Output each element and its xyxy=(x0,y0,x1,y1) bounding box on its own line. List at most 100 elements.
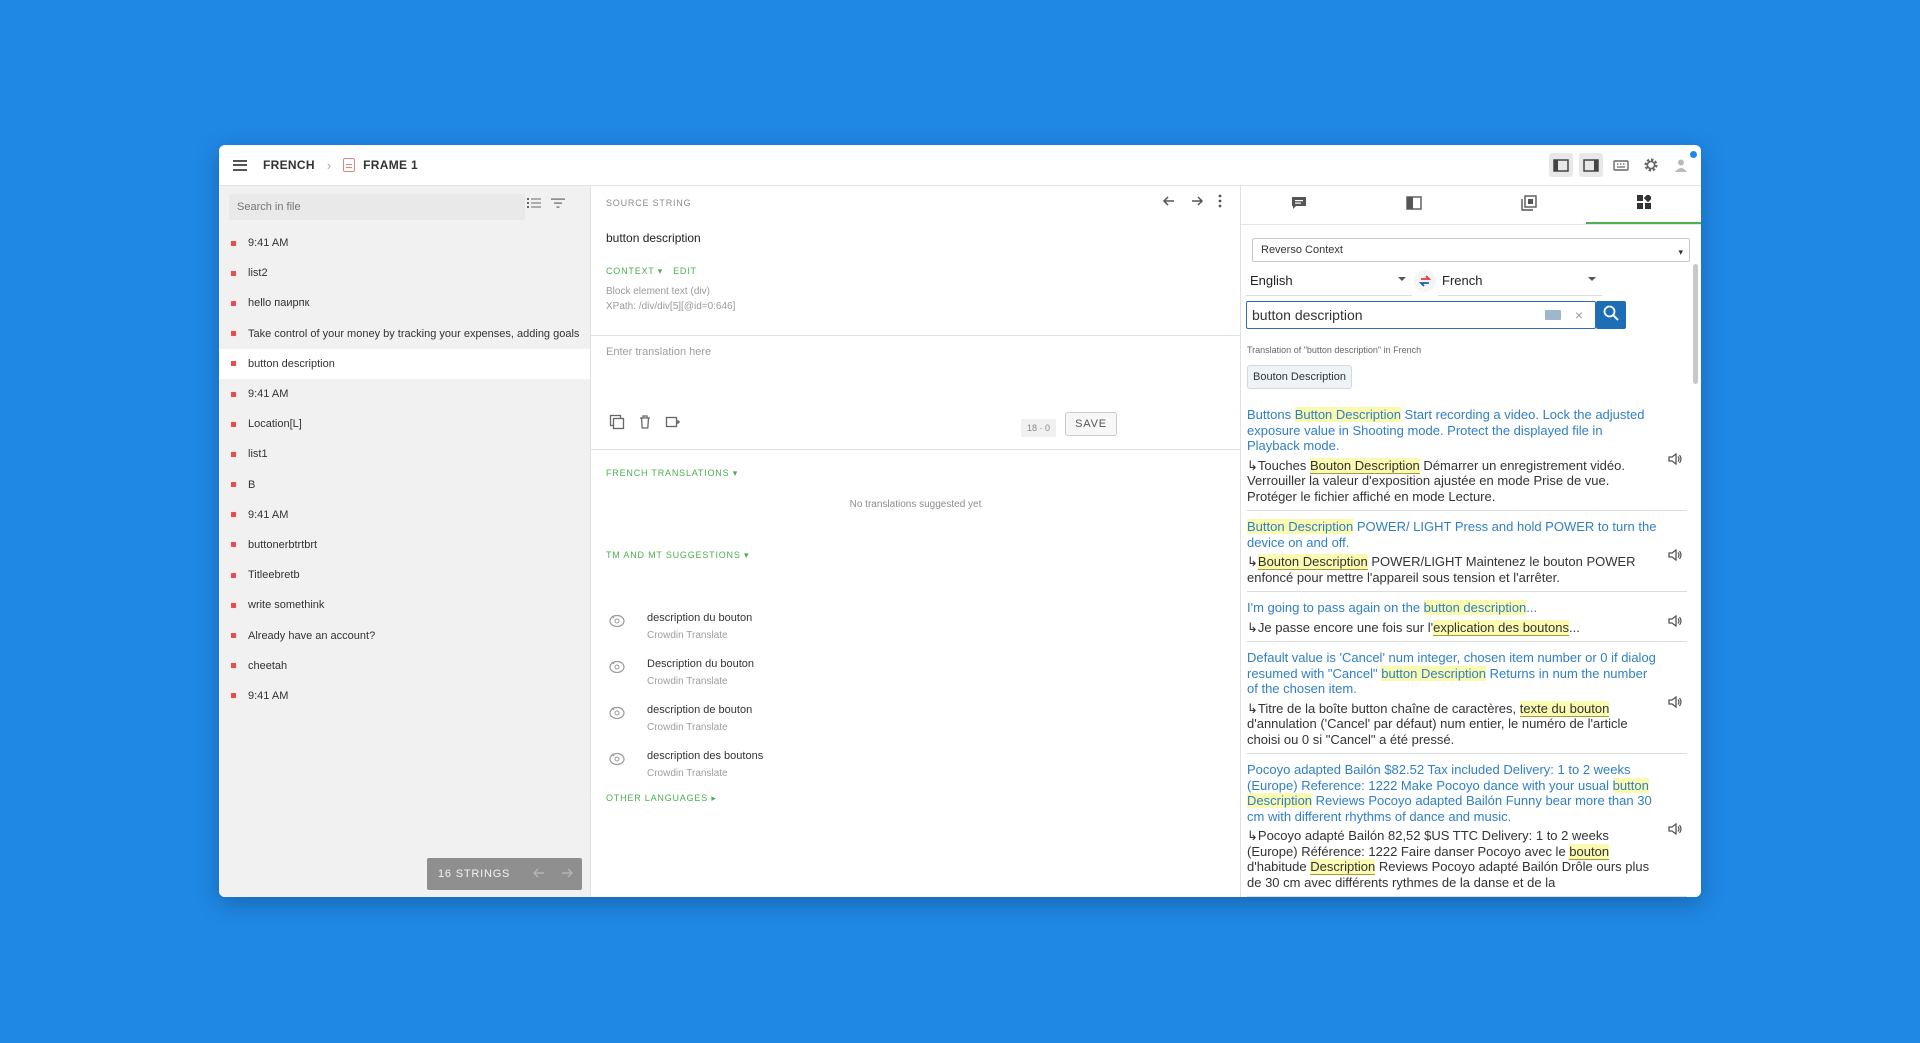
string-text: button description xyxy=(248,357,335,370)
list-view-icon[interactable] xyxy=(527,196,541,214)
example-text: ... xyxy=(1568,619,1580,635)
source-language-select[interactable]: English xyxy=(1246,266,1412,296)
example-source[interactable]: Pocoyo adapted Bailón $82.52 Tax include… xyxy=(1247,762,1687,824)
suggestion-item[interactable]: description du bouton Crowdin Translate xyxy=(609,612,752,641)
glossary-icon xyxy=(1405,195,1422,215)
target-language: French xyxy=(1442,273,1483,288)
reverso-search-field[interactable]: button description × xyxy=(1246,301,1596,329)
string-item[interactable]: button description xyxy=(219,348,590,379)
untranslated-status-icon xyxy=(231,270,236,276)
tab-glossary[interactable] xyxy=(1356,186,1471,224)
string-item[interactable]: Already have an account? xyxy=(219,620,590,650)
edit-context-link[interactable]: EDIT xyxy=(673,266,697,277)
example-item: Pocoyo adapted Bailón $82.52 Tax include… xyxy=(1247,762,1687,897)
untranslated-status-icon xyxy=(231,240,236,246)
provider-select[interactable]: Reverso Context ▾ xyxy=(1252,238,1690,262)
french-translations-label: FRENCH TRANSLATIONS xyxy=(606,468,730,478)
speaker-icon[interactable] xyxy=(1667,694,1683,715)
example-source[interactable]: Buttons Button Description Start recordi… xyxy=(1247,407,1687,454)
example-text: Buttons xyxy=(1247,407,1295,422)
format-icon[interactable] xyxy=(665,414,681,435)
highlight-term: Button Description xyxy=(1247,519,1354,534)
tab-apps[interactable] xyxy=(1586,186,1701,224)
other-languages-header[interactable]: OTHER LANGUAGES ▸ xyxy=(606,793,717,804)
more-vert-icon[interactable] xyxy=(1218,194,1222,213)
scrollbar-thumb[interactable] xyxy=(1693,264,1698,384)
suggestion-item[interactable]: Description du bouton Crowdin Translate xyxy=(609,658,754,687)
arrow-right-icon[interactable] xyxy=(1190,194,1204,213)
example-source[interactable]: Button Description POWER/ LIGHT Press an… xyxy=(1247,519,1687,550)
string-item[interactable]: Location[L] xyxy=(219,409,590,439)
string-item[interactable]: write somethink xyxy=(219,590,590,620)
close-icon[interactable]: × xyxy=(1575,307,1583,323)
string-item[interactable]: 9:41 AM xyxy=(219,228,590,258)
untranslated-status-icon xyxy=(231,602,236,608)
arrow-left-icon[interactable] xyxy=(1162,194,1176,213)
string-item[interactable]: cheetah xyxy=(219,651,590,681)
string-item[interactable]: buttonerbtrtbrt xyxy=(219,530,590,560)
string-item[interactable]: hello паирпк xyxy=(219,288,590,318)
speaker-icon[interactable] xyxy=(1667,451,1683,472)
keyboard-icon[interactable] xyxy=(1545,310,1561,320)
suggestion-body: description du bouton Crowdin Translate xyxy=(647,612,752,641)
sidebar-right-icon[interactable] xyxy=(1579,153,1603,177)
breadcrumb-file[interactable]: FRAME 1 xyxy=(363,158,418,172)
context-text: Block element text (div) xyxy=(606,286,710,297)
breadcrumb-project[interactable]: FRENCH xyxy=(263,158,315,172)
speaker-icon[interactable] xyxy=(1667,821,1683,842)
string-item[interactable]: 9:41 AM xyxy=(219,379,590,409)
translate-engine-icon xyxy=(609,613,627,629)
string-text: buttonerbtrtbrt xyxy=(248,538,318,551)
string-item[interactable]: 9:41 AM xyxy=(219,681,590,711)
top-translation-chip[interactable]: Bouton Description xyxy=(1247,365,1352,389)
copy-source-icon[interactable] xyxy=(609,414,625,435)
translate-engine-icon xyxy=(609,659,627,675)
suggestion-item[interactable]: description de bouton Crowdin Translate xyxy=(609,704,752,733)
gear-icon[interactable] xyxy=(1639,153,1663,177)
keyboard-icon[interactable] xyxy=(1609,153,1633,177)
arrow-right-icon[interactable] xyxy=(560,866,574,883)
context-toggle[interactable]: CONTEXT ▾ xyxy=(606,266,663,277)
example-target: ↳Pocoyo adapté Bailón 82,52 $US TTC Deli… xyxy=(1247,828,1687,890)
menu-icon[interactable] xyxy=(233,159,247,171)
save-button[interactable]: SAVE xyxy=(1065,412,1117,436)
tm-suggestions-header[interactable]: TM AND MT SUGGESTIONS ▾ xyxy=(606,550,749,561)
example-item: Button Description POWER/ LIGHT Press an… xyxy=(1247,519,1687,592)
highlight-term: texte du bouton xyxy=(1519,700,1610,717)
example-text: d'habitude xyxy=(1247,859,1311,874)
tab-comments[interactable] xyxy=(1241,186,1356,224)
untranslated-status-icon xyxy=(231,451,236,457)
speaker-icon[interactable] xyxy=(1667,547,1683,568)
string-text: 9:41 AM xyxy=(248,388,289,401)
other-languages-label: OTHER LANGUAGES xyxy=(606,793,709,803)
string-item[interactable]: Take control of your money by tracking y… xyxy=(219,319,590,349)
example-text: ↳Touches xyxy=(1247,457,1310,473)
user-icon[interactable] xyxy=(1669,153,1693,177)
translation-input[interactable] xyxy=(606,346,1216,396)
untranslated-status-icon xyxy=(231,663,236,669)
swap-languages-icon[interactable] xyxy=(1414,270,1436,292)
target-language-select[interactable]: French xyxy=(1438,266,1602,296)
sidebar-left-icon[interactable] xyxy=(1549,153,1573,177)
delete-icon[interactable] xyxy=(637,414,653,435)
string-item[interactable]: 9:41 AM xyxy=(219,500,590,530)
scrollbar[interactable] xyxy=(1692,256,1699,897)
search-input[interactable] xyxy=(229,194,525,220)
reverso-query: button description xyxy=(1252,307,1363,323)
string-item[interactable]: list2 xyxy=(219,258,590,288)
suggestion-item[interactable]: description des boutons Crowdin Translate xyxy=(609,750,763,779)
french-translations-header[interactable]: FRENCH TRANSLATIONS ▾ xyxy=(606,468,738,479)
search-button[interactable] xyxy=(1596,301,1626,329)
speaker-icon[interactable] xyxy=(1667,613,1683,634)
untranslated-status-icon xyxy=(231,391,236,397)
example-source[interactable]: I'm going to pass again on the button de… xyxy=(1247,600,1687,616)
string-item[interactable]: B xyxy=(219,470,590,500)
example-list: Buttons Button Description Start recordi… xyxy=(1247,407,1687,897)
string-item[interactable]: list1 xyxy=(219,439,590,469)
arrow-left-icon[interactable] xyxy=(532,866,546,883)
tab-memory[interactable] xyxy=(1471,186,1586,224)
string-item[interactable]: Titleebretb xyxy=(219,560,590,590)
source-nav xyxy=(1162,194,1222,213)
example-source[interactable]: Default value is 'Cancel' num integer, c… xyxy=(1247,650,1687,697)
filter-icon[interactable] xyxy=(551,196,565,214)
